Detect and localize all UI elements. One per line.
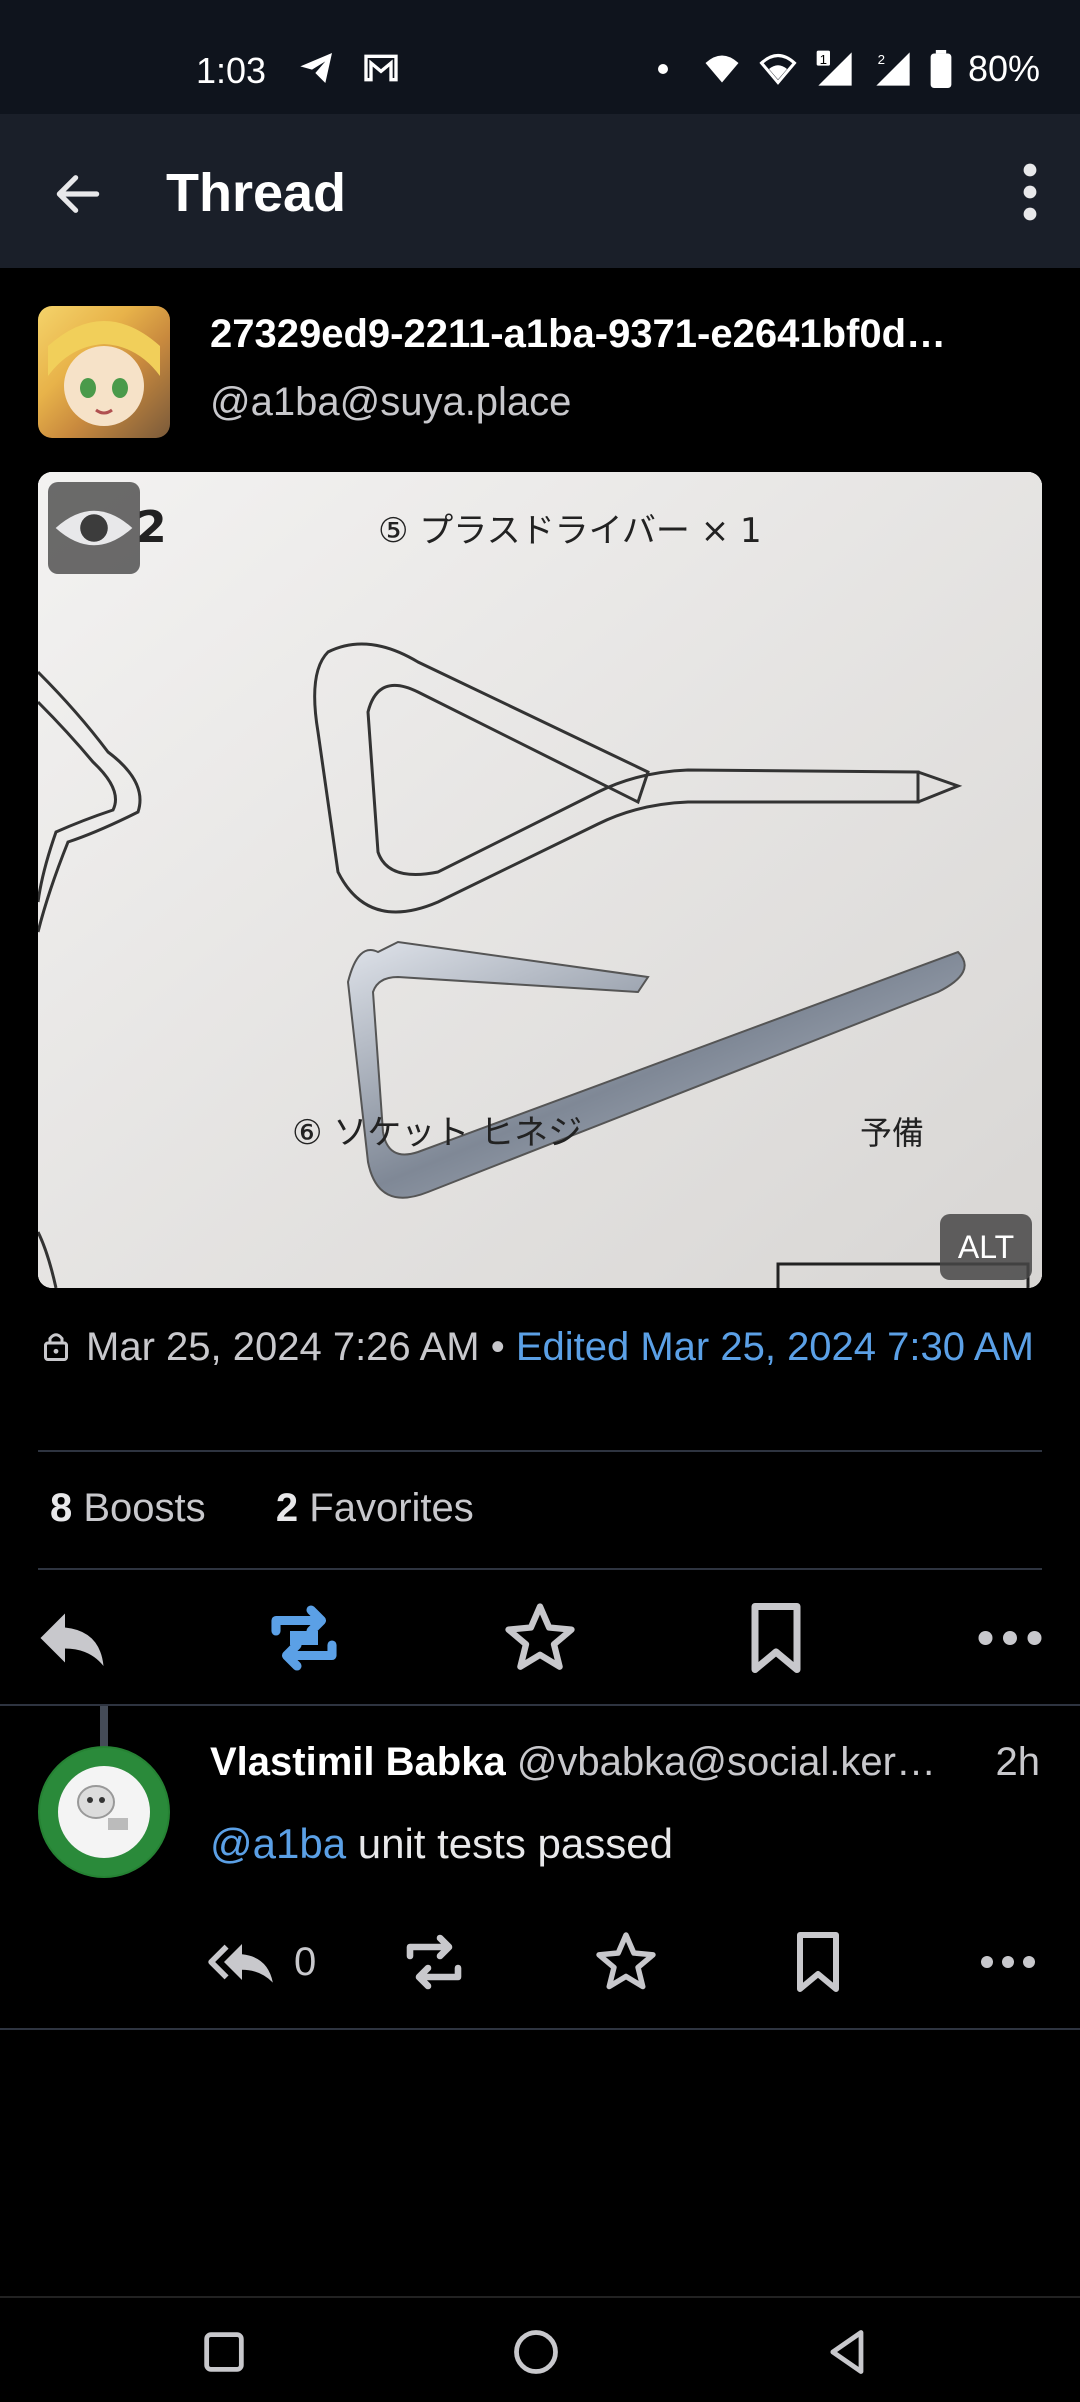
reply-boost-button[interactable]	[398, 1926, 470, 1998]
reply-all-button[interactable]	[206, 1926, 278, 1998]
telegram-icon	[300, 53, 332, 83]
photo-label-5: ⑤ プラスドライバー × 1	[378, 511, 762, 551]
svg-text:2: 2	[878, 52, 885, 67]
home-button[interactable]	[510, 2326, 562, 2378]
divider	[38, 1450, 1042, 1452]
gmail-icon	[364, 54, 398, 82]
photo-label-6: ⑥ ソケット ヒネジ	[292, 1113, 582, 1153]
app-bar: Thread	[0, 114, 1080, 268]
meta-separator: •	[479, 1325, 516, 1369]
battery-percent: 80%	[967, 48, 1040, 89]
post-media-image[interactable]: ⑤ プラスドライバー × 1 ⑥ ソケット ヒネジ 予備 2 ALT	[38, 472, 1042, 1288]
reply-bookmark-button[interactable]	[782, 1926, 854, 1998]
signal-1-icon: 1	[816, 50, 852, 86]
alt-text-badge[interactable]: ALT	[940, 1214, 1032, 1280]
post-timestamp: Mar 25, 2024 7:26 AM	[86, 1325, 480, 1369]
thread-line	[100, 1706, 108, 1750]
status-right-icons: 1 2 80%	[657, 48, 1040, 90]
recents-button[interactable]	[198, 2326, 250, 2378]
battery-icon	[930, 50, 952, 88]
favorites-count: 2	[275, 1486, 299, 1530]
photo-label-2: 2	[136, 502, 167, 553]
status-left-icons	[296, 48, 402, 88]
hide-media-button[interactable]	[48, 482, 140, 574]
reply-action-bar: 0	[0, 1920, 1080, 2004]
favorites-link[interactable]: 2 Favorites	[276, 1486, 474, 1530]
system-nav-bar	[0, 2296, 1080, 2402]
bookmark-button[interactable]	[734, 1596, 818, 1680]
post-handle[interactable]: @a1ba@suya.place	[210, 380, 571, 425]
post-display-name[interactable]: 27329ed9-2211-a1ba-9371-e2641bf0d…	[210, 312, 1030, 357]
more-horizontal-button[interactable]	[968, 1596, 1052, 1680]
edited-link[interactable]: Edited Mar 25, 2024 7:30 AM	[516, 1325, 1034, 1369]
lock-icon	[44, 1333, 68, 1361]
reply-time: 2h	[995, 1740, 1041, 1784]
reply-display-name: Vlastimil Babka	[210, 1740, 506, 1784]
signal-2-icon: 2	[876, 52, 910, 86]
reply-mention[interactable]: @a1ba	[210, 1820, 346, 1867]
reply-more-button[interactable]	[972, 1926, 1044, 1998]
reply-count: 0	[294, 1940, 317, 1984]
divider	[38, 1568, 1042, 1570]
photo-label-spare: 予備	[860, 1114, 924, 1152]
eye-icon	[55, 510, 133, 546]
svg-text:1: 1	[820, 52, 827, 67]
boosts-count: 8	[50, 1486, 73, 1530]
system-back-button[interactable]	[822, 2326, 874, 2378]
reply-text: unit tests passed	[346, 1820, 673, 1867]
status-bar: 1:03 1 2 80%	[0, 0, 1080, 114]
status-time: 1:03	[196, 50, 267, 91]
divider	[0, 2028, 1080, 2030]
post-meta: Mar 25, 2024 7:26 AM • Edited Mar 25, 20…	[38, 1318, 1038, 1376]
back-button[interactable]	[50, 166, 106, 222]
favorite-button[interactable]	[498, 1596, 582, 1680]
post-action-bar	[0, 1596, 1080, 1680]
wifi-icon-2	[759, 54, 797, 85]
more-vertical-icon[interactable]	[1010, 160, 1050, 224]
media-photo: ⑤ プラスドライバー × 1 ⑥ ソケット ヒネジ 予備 2	[38, 472, 1042, 1288]
favorites-label: Favorites	[309, 1486, 474, 1530]
boost-button[interactable]	[262, 1596, 346, 1680]
boosts-label: Boosts	[83, 1486, 206, 1530]
avatar[interactable]	[38, 306, 170, 438]
reply-content: @a1ba unit tests passed	[210, 1820, 673, 1868]
wifi-icon	[705, 55, 739, 83]
reply-button[interactable]	[30, 1596, 114, 1680]
page-title: Thread	[166, 163, 347, 223]
reply-handle: @vbabka@social.ker…	[516, 1740, 936, 1784]
reply-status[interactable]: Vlastimil Babka @vbabka@social.ker… 2h @…	[0, 1706, 1080, 2026]
boosts-link[interactable]: 8 Boosts	[50, 1486, 206, 1530]
post-counts: 8 Boosts 2 Favorites	[50, 1486, 474, 1531]
dot-icon	[657, 64, 668, 74]
reply-author[interactable]: Vlastimil Babka @vbabka@social.ker…	[210, 1740, 1010, 1785]
reply-favorite-button[interactable]	[590, 1926, 662, 1998]
reply-avatar[interactable]	[38, 1746, 170, 1878]
